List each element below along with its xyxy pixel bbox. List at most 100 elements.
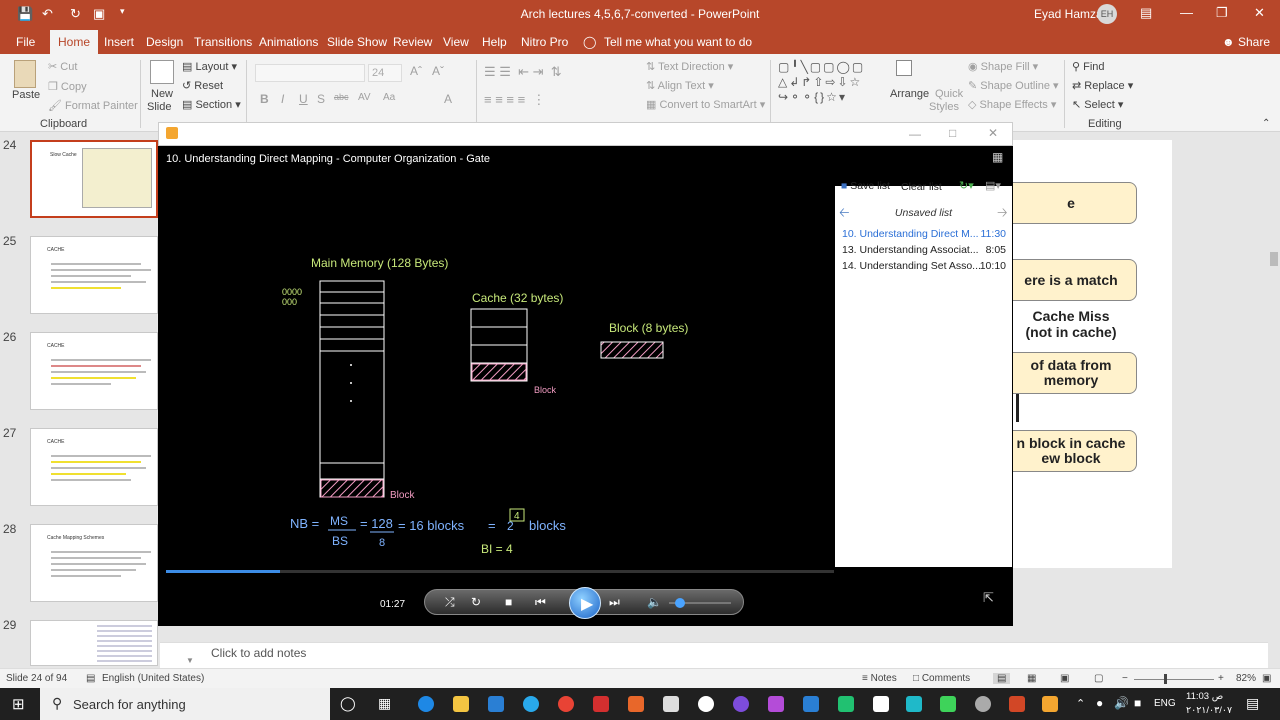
chrome-icon[interactable] <box>558 696 574 712</box>
tell-me-search[interactable]: Tell me what you want to do <box>604 35 752 49</box>
thumbnail-slide-24[interactable]: Slow Cache <box>30 140 158 218</box>
font-size-box[interactable]: 24 <box>368 64 402 82</box>
grow-font-icon[interactable]: Aˆ <box>410 64 422 78</box>
underline-icon[interactable]: U <box>299 92 308 106</box>
shuffle-icon[interactable]: ↻▾ <box>959 179 974 192</box>
telegram-icon[interactable] <box>523 696 539 712</box>
quick-styles-label-1[interactable]: Quick <box>935 88 963 100</box>
font-color-icon[interactable]: A <box>444 92 452 106</box>
zoom-out-icon[interactable]: − <box>1122 673 1128 684</box>
shape-outline-button[interactable]: ✎ Shape Outline ▾ <box>968 79 1059 92</box>
notes-placeholder[interactable]: Click to add notes <box>211 646 306 660</box>
tab-help[interactable]: Help <box>482 35 507 49</box>
smartart-button[interactable]: ▦ Convert to SmartArt ▾ <box>646 98 765 111</box>
fullscreen-icon[interactable]: ⇱ <box>983 590 994 606</box>
tab-transitions[interactable]: Transitions <box>194 35 252 49</box>
media-player-window[interactable]: — □ ✕ 10. Understanding Direct Mapping -… <box>158 122 1013 626</box>
italic-icon[interactable]: I <box>281 92 284 106</box>
slide-box-block[interactable]: n block in cache ew block <box>1005 430 1137 472</box>
zoom-slider[interactable] <box>1134 674 1214 684</box>
thumbnail-slide-25[interactable]: CACHE <box>30 236 158 314</box>
change-case-icon[interactable]: Aa <box>383 92 395 103</box>
language-indicator[interactable]: English (United States) <box>102 673 204 684</box>
tab-slideshow[interactable]: Slide Show <box>327 35 387 49</box>
clock-date[interactable]: ٢٠٢١/٠٣/٠٧ <box>1186 705 1232 716</box>
next-list-icon[interactable]: 🡢 <box>997 204 1008 226</box>
acrobat-icon[interactable] <box>593 696 609 712</box>
comments-toggle[interactable]: □ Comments <box>913 673 970 684</box>
vertical-scrollbar[interactable] <box>1268 132 1280 642</box>
paste-icon[interactable] <box>14 60 36 88</box>
github-icon[interactable] <box>975 696 991 712</box>
align-text-button[interactable]: ⇅ Align Text ▾ <box>646 79 714 92</box>
zoom-level[interactable]: 82% <box>1236 673 1256 684</box>
align-icons[interactable]: ≡ ≡ ≡ ≡ ⋮ <box>484 92 545 108</box>
input-language[interactable]: ENG <box>1154 698 1176 709</box>
new-slide-label-2[interactable]: Slide <box>147 101 171 113</box>
location-icon[interactable]: ● <box>1096 696 1103 710</box>
fit-slide-icon[interactable]: ▣ <box>1262 673 1271 684</box>
share-button[interactable]: ☻ Share <box>1222 35 1270 49</box>
list-options-icon[interactable]: ▤▾ <box>985 179 1001 192</box>
copy-button[interactable]: ❐ Copy <box>48 80 87 93</box>
stop-icon[interactable]: ■ <box>505 595 512 609</box>
repeat-icon[interactable]: ↻ <box>471 595 481 609</box>
notion-icon[interactable] <box>873 696 889 712</box>
font-name-box[interactable] <box>255 64 365 82</box>
player-close-icon[interactable]: ✕ <box>988 126 998 140</box>
vscode-icon[interactable] <box>803 696 819 712</box>
find-button[interactable]: ⚲ Find <box>1072 60 1105 73</box>
thumbnail-slide-28[interactable]: Cache Mapping Schemes <box>30 524 158 602</box>
zoom-in-icon[interactable]: + <box>1218 673 1224 684</box>
shrink-font-icon[interactable]: Aˇ <box>432 64 444 78</box>
quick-styles-label-2[interactable]: Styles <box>929 101 959 113</box>
format-painter-button[interactable]: 🖌 Format Painter <box>48 99 138 112</box>
discord-icon[interactable] <box>733 696 749 712</box>
pycharm-icon[interactable] <box>940 696 956 712</box>
clock-time[interactable]: 11:03 ص <box>1186 691 1223 702</box>
xampp-icon[interactable] <box>628 696 644 712</box>
normal-view-icon[interactable]: ▤ <box>993 673 1011 684</box>
shadow-icon[interactable]: S <box>317 92 325 106</box>
collapse-ribbon-icon[interactable]: ⌃ <box>1262 118 1270 129</box>
tab-review[interactable]: Review <box>393 35 432 49</box>
windows-start-icon[interactable]: ⊞ <box>12 695 25 713</box>
media-player-icon[interactable] <box>1042 696 1058 712</box>
player-minimize-icon[interactable]: — <box>909 127 921 141</box>
volume-knob[interactable] <box>675 598 686 608</box>
shape-effects-button[interactable]: ◇ Shape Effects ▾ <box>968 98 1056 111</box>
virtualbox-icon[interactable] <box>663 696 679 712</box>
clear-list-button[interactable]: Clear list <box>901 181 942 193</box>
video-frame[interactable]: Main Memory (128 Bytes) 0000 000 Block C… <box>158 185 834 567</box>
tab-animations[interactable]: Animations <box>259 35 318 49</box>
slideshow-view-icon[interactable]: ▢ <box>1094 673 1103 684</box>
volume-slider[interactable] <box>669 598 731 608</box>
edge-icon[interactable] <box>418 696 434 712</box>
shape-fill-button[interactable]: ◉ Shape Fill ▾ <box>968 60 1038 73</box>
ribbon-display-icon[interactable]: ▤ <box>1140 5 1152 21</box>
arrange-button[interactable]: Arrange <box>890 88 929 100</box>
datagrip-icon[interactable] <box>906 696 922 712</box>
seek-bar[interactable] <box>166 570 834 573</box>
thumbnail-slide-29[interactable] <box>30 620 158 666</box>
tab-design[interactable]: Design <box>146 35 183 49</box>
thumbnail-slide-27[interactable]: CACHE <box>30 428 158 506</box>
tab-nitro[interactable]: Nitro Pro <box>521 35 568 49</box>
thumbnail-slide-26[interactable]: CACHE <box>30 332 158 410</box>
powerpoint-icon[interactable] <box>1009 696 1025 712</box>
volume-icon[interactable]: 🔈 <box>647 595 662 609</box>
slide-cache-miss[interactable]: Cache Miss (not in cache) <box>1005 308 1137 340</box>
avatar[interactable]: EH <box>1097 4 1117 24</box>
slide-box-top[interactable]: e <box>1005 182 1137 224</box>
user-name[interactable]: Eyad Hamza <box>1034 7 1103 21</box>
shapes-gallery[interactable]: ▢╹╲▢▢◯▢ △↲↱⇧⇨⇩☆ ↪⚬⚬{}☆▾ <box>778 60 865 105</box>
tab-home[interactable]: Home <box>50 30 99 54</box>
tab-insert[interactable]: Insert <box>104 35 134 49</box>
cut-button[interactable]: ✂ Cut <box>48 60 77 73</box>
layout-button[interactable]: ▤ Layout ▾ <box>182 60 237 73</box>
strikethrough-icon[interactable]: abc <box>334 92 349 102</box>
text-direction-button[interactable]: ⇅ Text Direction ▾ <box>646 60 733 73</box>
minimize-icon[interactable]: — <box>1180 5 1193 20</box>
player-maximize-icon[interactable]: □ <box>949 126 956 140</box>
reading-view-icon[interactable]: ▣ <box>1060 673 1069 684</box>
